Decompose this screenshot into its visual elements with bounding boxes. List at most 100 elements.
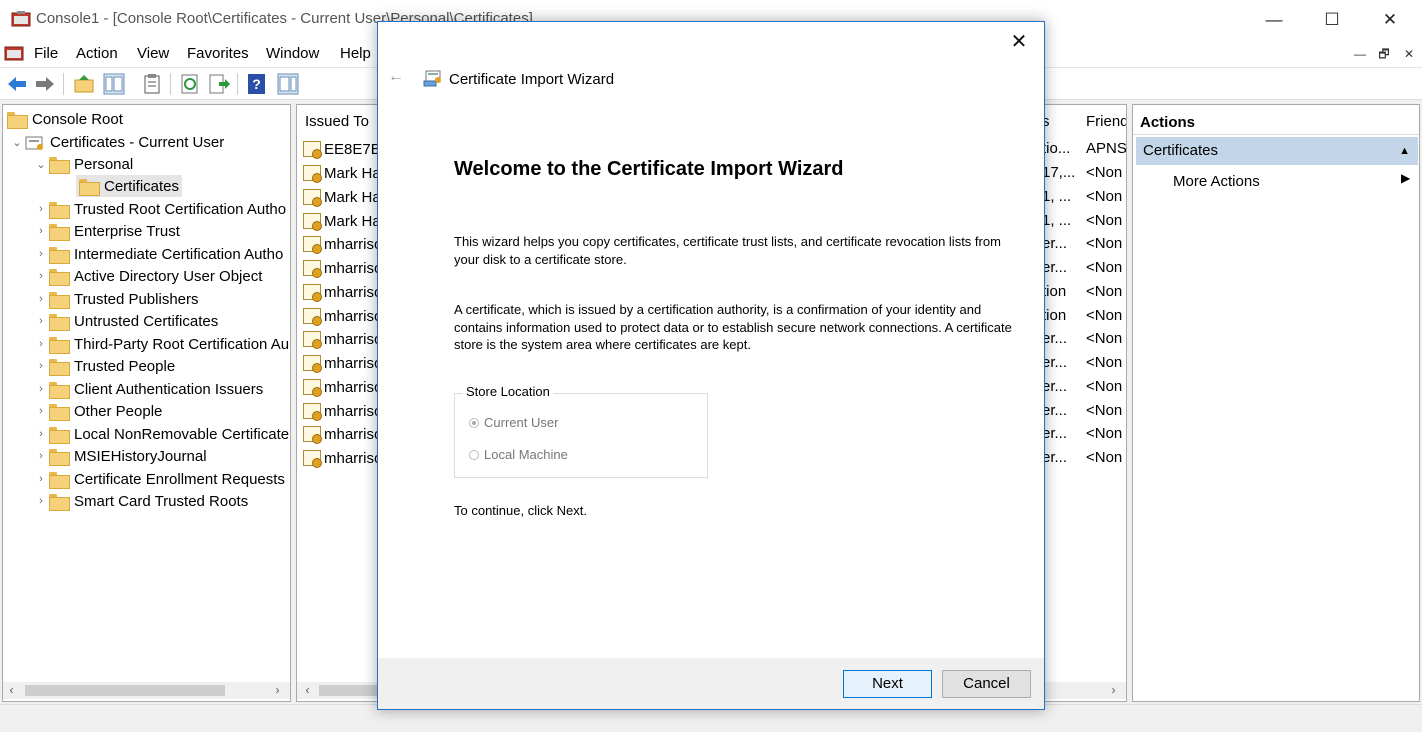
submenu-arrow-icon[interactable]: ▶ (1401, 171, 1410, 185)
tree-item-folder[interactable]: › Third-Party Root Certification Au (33, 333, 289, 355)
up-folder-icon[interactable] (72, 72, 96, 96)
scroll-left-arrow-icon[interactable]: ‹ (299, 682, 316, 699)
chevron-down-icon[interactable]: ⌄ (9, 136, 25, 149)
scrollbar-thumb[interactable] (25, 685, 225, 696)
folder-icon (49, 201, 70, 219)
tree-item-folder[interactable]: › Local NonRemovable Certificate (33, 423, 289, 445)
column-header-issued-to[interactable]: Issued To (305, 113, 369, 130)
tree-item-folder[interactable]: › Other People (33, 400, 162, 422)
tree-item-folder[interactable]: › Client Authentication Issuers (33, 378, 263, 400)
refresh-icon[interactable] (178, 72, 202, 96)
collapse-caret-icon[interactable]: ▲ (1399, 137, 1410, 165)
tree-item-folder[interactable]: › Certificate Enrollment Requests (33, 468, 285, 490)
close-button[interactable]: ✕ (1367, 6, 1413, 34)
menu-help[interactable]: Help (340, 45, 371, 62)
table-row[interactable]: mharriso (303, 280, 382, 304)
radio-unselected-icon[interactable] (469, 449, 479, 460)
tree-item-folder[interactable]: › Trusted Publishers (33, 288, 199, 310)
chevron-right-icon[interactable]: › (33, 203, 49, 215)
export-list-icon[interactable] (207, 72, 231, 96)
table-row[interactable]: mharriso (303, 351, 382, 375)
scrollbar-thumb[interactable] (319, 685, 379, 696)
table-row[interactable]: Mark Ha (303, 209, 381, 233)
tree-horizontal-scrollbar[interactable]: ‹ › (3, 682, 290, 699)
table-row[interactable]: mharriso (303, 304, 382, 328)
chevron-right-icon[interactable]: › (33, 383, 49, 395)
chevron-right-icon[interactable]: › (33, 495, 49, 507)
mdi-close-button[interactable]: ✕ (1398, 44, 1420, 64)
scroll-right-arrow-icon[interactable]: › (1105, 682, 1122, 699)
table-row[interactable]: Mark Ha (303, 185, 381, 209)
clipboard-icon[interactable] (140, 72, 164, 96)
chevron-down-icon[interactable]: ⌄ (33, 158, 49, 171)
actions-section-certificates[interactable]: Certificates ▲ (1136, 137, 1418, 165)
chevron-right-icon[interactable]: › (33, 360, 49, 372)
more-actions-link[interactable]: More Actions (1173, 173, 1260, 190)
table-row[interactable]: mharriso (303, 446, 382, 470)
wizard-intro-text: This wizard helps you copy certificates,… (454, 234, 1001, 267)
chevron-right-icon[interactable]: › (33, 248, 49, 260)
tree-item-label: Untrusted Certificates (74, 312, 219, 330)
cancel-button[interactable]: Cancel (942, 670, 1031, 698)
minimize-button[interactable]: — (1251, 6, 1297, 34)
tree-item-folder[interactable]: › Trusted Root Certification Autho (33, 198, 286, 220)
chevron-right-icon[interactable]: › (33, 473, 49, 485)
show-hide-action-pane-icon[interactable] (276, 72, 300, 96)
table-row[interactable]: mharriso (303, 256, 382, 280)
menu-file[interactable]: File (34, 45, 58, 62)
chevron-right-icon[interactable]: › (33, 450, 49, 462)
help-icon[interactable]: ? (245, 72, 269, 96)
forward-arrow-icon[interactable] (33, 72, 57, 96)
chevron-right-icon[interactable]: › (33, 315, 49, 327)
scroll-right-arrow-icon[interactable]: › (269, 682, 286, 699)
back-arrow-icon[interactable] (5, 72, 29, 96)
console-menu-icon[interactable] (4, 43, 24, 63)
table-row[interactable]: mharriso (303, 232, 382, 256)
tree-item-folder[interactable]: › Untrusted Certificates (33, 310, 218, 332)
menu-favorites[interactable]: Favorites (187, 45, 249, 62)
tree-item-label: Smart Card Trusted Roots (74, 492, 249, 510)
chevron-right-icon[interactable]: › (33, 428, 49, 440)
radio-selected-icon[interactable] (469, 417, 479, 428)
folder-icon (49, 156, 70, 174)
dialog-close-button[interactable]: ✕ (1004, 28, 1034, 56)
table-row[interactable]: mharriso (303, 327, 382, 351)
back-button[interactable]: ← (388, 68, 404, 86)
mdi-restore-button[interactable]: 🗗 (1373, 44, 1395, 64)
radio-local-machine[interactable]: Local Machine (469, 447, 568, 462)
certificate-icon (303, 331, 322, 349)
tree-item-folder[interactable]: › Enterprise Trust (33, 220, 180, 242)
show-hide-tree-icon[interactable] (102, 72, 126, 96)
tree-item-folder[interactable]: › Intermediate Certification Autho (33, 243, 283, 265)
scroll-left-arrow-icon[interactable]: ‹ (3, 682, 20, 699)
cell-friendly-name: <Non (1086, 212, 1123, 229)
tree-item-folder[interactable]: › MSIEHistoryJournal (33, 445, 207, 467)
tree-item-label: Third-Party Root Certification Au (74, 335, 290, 353)
chevron-right-icon[interactable]: › (33, 293, 49, 305)
cell-intended-purposes: er... (1042, 354, 1068, 371)
chevron-right-icon[interactable]: › (33, 225, 49, 237)
tree-item-certificates[interactable]: Certificates (76, 175, 183, 197)
column-header-friendly-name[interactable]: Friend (1086, 113, 1126, 130)
chevron-right-icon[interactable]: › (33, 405, 49, 417)
menu-view[interactable]: View (137, 45, 169, 62)
mdi-minimize-button[interactable]: — (1349, 44, 1371, 64)
table-row[interactable]: mharriso (303, 399, 382, 423)
table-row[interactable]: mharriso (303, 375, 382, 399)
tree-item-console-root[interactable]: Console Root (7, 108, 123, 130)
table-row[interactable]: Mark Ha (303, 161, 381, 185)
tree-item-personal[interactable]: ⌄ Personal (33, 153, 133, 175)
tree-item-folder[interactable]: › Trusted People (33, 355, 175, 377)
tree-item-folder[interactable]: › Smart Card Trusted Roots (33, 490, 248, 512)
menu-window[interactable]: Window (266, 45, 319, 62)
next-button[interactable]: Next (843, 670, 932, 698)
chevron-right-icon[interactable]: › (33, 270, 49, 282)
table-row[interactable]: mharriso (303, 422, 382, 446)
chevron-right-icon[interactable]: › (33, 338, 49, 350)
cell-issued-to: Mark Ha (324, 188, 381, 206)
maximize-button[interactable]: ☐ (1309, 6, 1355, 34)
tree-item-certificates-current-user[interactable]: ⌄ Certificates - Current User (9, 131, 224, 153)
tree-item-folder[interactable]: › Active Directory User Object (33, 265, 262, 287)
menu-action[interactable]: Action (76, 45, 118, 62)
radio-current-user[interactable]: Current User (469, 415, 558, 430)
